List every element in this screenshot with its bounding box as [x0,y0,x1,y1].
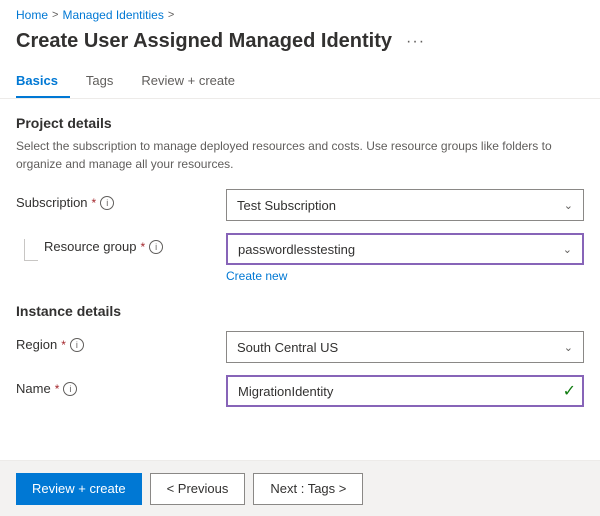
project-details-title: Project details [16,115,584,131]
content-area: Project details Select the subscription … [0,99,600,435]
breadcrumb: Home > Managed Identities > [0,0,600,26]
region-dropdown[interactable]: South Central US ⌄ [226,331,584,363]
name-input-wrapper: ✓ [226,375,584,407]
rg-control: passwordlesstesting ⌄ Create new [226,233,584,283]
name-row: Name * i ✓ [16,375,584,407]
rg-info-icon[interactable]: i [149,240,163,254]
subscription-info-icon[interactable]: i [100,196,114,210]
l-connector [24,239,38,261]
subscription-dropdown[interactable]: Test Subscription ⌄ [226,189,584,221]
breadcrumb-sep-1: > [52,9,58,21]
project-details-desc: Select the subscription to manage deploy… [16,137,576,173]
instance-details-title: Instance details [16,303,584,319]
subscription-chevron: ⌄ [564,199,573,212]
tab-bar: Basics Tags Review + create [0,65,600,99]
subscription-value: Test Subscription [237,198,336,213]
create-new-link[interactable]: Create new [226,269,584,283]
name-required: * [55,382,60,396]
next-button[interactable]: Next : Tags > [253,473,363,505]
tab-basics[interactable]: Basics [16,65,70,98]
name-info-icon[interactable]: i [63,382,77,396]
name-control: ✓ [226,375,584,407]
footer: Review + create < Previous Next : Tags > [0,460,600,516]
region-info-icon[interactable]: i [70,338,84,352]
region-label-col: Region * i [16,331,226,352]
ellipsis-button[interactable]: ··· [402,31,429,53]
resource-group-dropdown[interactable]: passwordlesstesting ⌄ [226,233,584,265]
page-header: Create User Assigned Managed Identity ··… [0,26,600,65]
subscription-required: * [92,196,97,210]
breadcrumb-sep-2: > [168,9,174,21]
region-row: Region * i South Central US ⌄ [16,331,584,363]
region-required: * [61,338,66,352]
name-label: Name [16,381,51,396]
rg-required: * [141,240,146,254]
tab-review-create[interactable]: Review + create [141,65,247,98]
review-create-button[interactable]: Review + create [16,473,142,505]
resource-group-row: Resource group * i passwordlesstesting ⌄… [16,233,584,283]
rg-label: Resource group * i [44,239,163,254]
name-input[interactable] [226,375,584,407]
tab-tags[interactable]: Tags [86,65,125,98]
instance-details-section: Instance details [16,303,584,319]
name-checkmark-icon: ✓ [563,381,576,401]
name-label-col: Name * i [16,375,226,396]
region-chevron: ⌄ [564,341,573,354]
rg-label-col: Resource group * i [16,233,226,261]
region-label: Region [16,337,57,352]
page-title: Create User Assigned Managed Identity [16,30,392,53]
rg-value: passwordlesstesting [238,242,355,257]
breadcrumb-managed-identities[interactable]: Managed Identities [62,8,163,22]
breadcrumb-home[interactable]: Home [16,8,48,22]
rg-label-text: Resource group [44,239,137,254]
subscription-row: Subscription * i Test Subscription ⌄ [16,189,584,221]
rg-chevron: ⌄ [563,243,572,256]
region-value: South Central US [237,340,338,355]
region-control: South Central US ⌄ [226,331,584,363]
subscription-label: Subscription [16,195,88,210]
subscription-control: Test Subscription ⌄ [226,189,584,221]
subscription-label-col: Subscription * i [16,189,226,210]
previous-button[interactable]: < Previous [150,473,246,505]
